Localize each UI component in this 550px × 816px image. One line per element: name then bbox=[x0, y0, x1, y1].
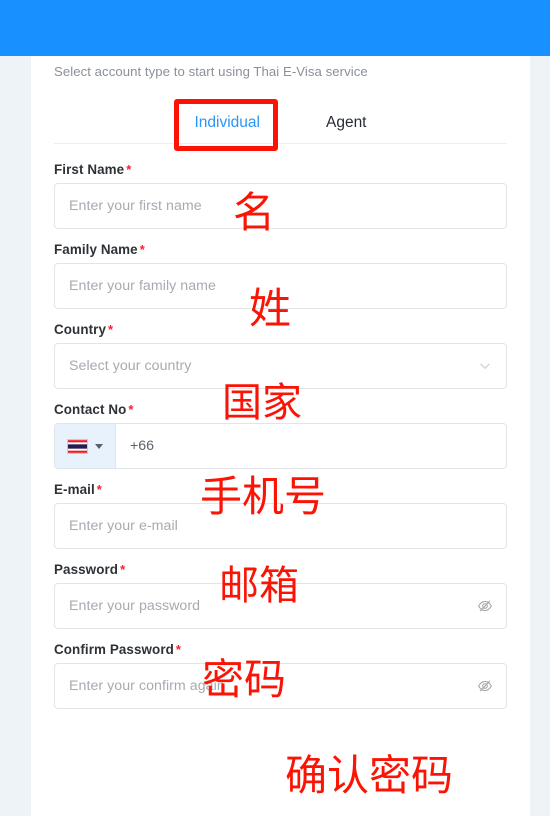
eye-slash-icon[interactable] bbox=[477, 678, 493, 694]
signup-page: Select account type to start using Thai … bbox=[0, 0, 550, 816]
email-placeholder: Enter your e-mail bbox=[69, 518, 178, 534]
confirm-password-placeholder: Enter your confirm again bbox=[69, 678, 225, 694]
label-contact-no-text: Contact No bbox=[54, 402, 127, 417]
field-confirm-password: Confirm Password * Enter your confirm aga… bbox=[54, 642, 507, 709]
label-confirm-password-text: Confirm Password bbox=[54, 642, 174, 657]
label-first-name-text: First Name bbox=[54, 162, 125, 177]
required-asterisk: * bbox=[175, 642, 182, 657]
country-select[interactable]: Select your country bbox=[54, 343, 507, 389]
required-asterisk: * bbox=[126, 162, 132, 177]
required-asterisk: * bbox=[96, 482, 102, 497]
first-name-placeholder: Enter your first name bbox=[69, 198, 202, 214]
tab-agent[interactable]: Agent bbox=[324, 103, 369, 143]
label-contact-no: Contact No * bbox=[54, 402, 507, 417]
label-country-text: Country bbox=[54, 322, 107, 337]
label-family-name-text: Family Name bbox=[54, 242, 138, 257]
tab-individual[interactable]: Individual bbox=[192, 103, 262, 143]
field-contact-no: Contact No * +66 bbox=[54, 402, 507, 469]
label-first-name: First Name * bbox=[54, 162, 507, 177]
label-email: E-mail * bbox=[54, 482, 507, 497]
label-country: Country * bbox=[54, 322, 507, 337]
country-code-selector[interactable] bbox=[55, 424, 116, 468]
contact-no-input-group[interactable]: +66 bbox=[54, 423, 507, 469]
label-password-text: Password bbox=[54, 562, 119, 577]
field-password: Password * Enter your password bbox=[54, 562, 507, 629]
eye-slash-icon[interactable] bbox=[477, 598, 493, 614]
family-name-placeholder: Enter your family name bbox=[69, 278, 216, 294]
required-asterisk: * bbox=[108, 322, 114, 337]
field-email: E-mail * Enter your e-mail bbox=[54, 482, 507, 549]
page-subtitle: Select account type to start using Thai … bbox=[54, 64, 368, 79]
required-asterisk: * bbox=[120, 562, 126, 577]
chevron-down-icon[interactable] bbox=[477, 358, 493, 374]
required-asterisk: * bbox=[128, 402, 134, 417]
label-password: Password * bbox=[54, 562, 507, 577]
first-name-input[interactable]: Enter your first name bbox=[54, 183, 507, 229]
field-family-name: Family Name * Enter your family name bbox=[54, 242, 507, 309]
label-confirm-password: Confirm Password * bbox=[54, 642, 507, 657]
account-type-tabs: Individual Agent bbox=[54, 103, 507, 144]
label-email-text: E-mail bbox=[54, 482, 95, 497]
field-country: Country * Select your country bbox=[54, 322, 507, 389]
field-first-name: First Name * Enter your first name bbox=[54, 162, 507, 229]
family-name-input[interactable]: Enter your family name bbox=[54, 263, 507, 309]
signup-card: Select account type to start using Thai … bbox=[31, 56, 530, 816]
email-input[interactable]: Enter your e-mail bbox=[54, 503, 507, 549]
top-header-bar bbox=[0, 0, 550, 56]
confirm-password-input[interactable]: Enter your confirm again bbox=[54, 663, 507, 709]
caret-down-icon[interactable] bbox=[95, 443, 103, 449]
required-asterisk: * bbox=[139, 242, 145, 257]
dial-code-text: +66 bbox=[130, 438, 155, 454]
registration-form: First Name * Enter your first name Family… bbox=[54, 162, 507, 709]
thailand-flag-icon bbox=[67, 438, 88, 454]
country-placeholder: Select your country bbox=[69, 358, 192, 374]
password-input[interactable]: Enter your password bbox=[54, 583, 507, 629]
label-family-name: Family Name * bbox=[54, 242, 507, 257]
password-placeholder: Enter your password bbox=[69, 598, 201, 614]
